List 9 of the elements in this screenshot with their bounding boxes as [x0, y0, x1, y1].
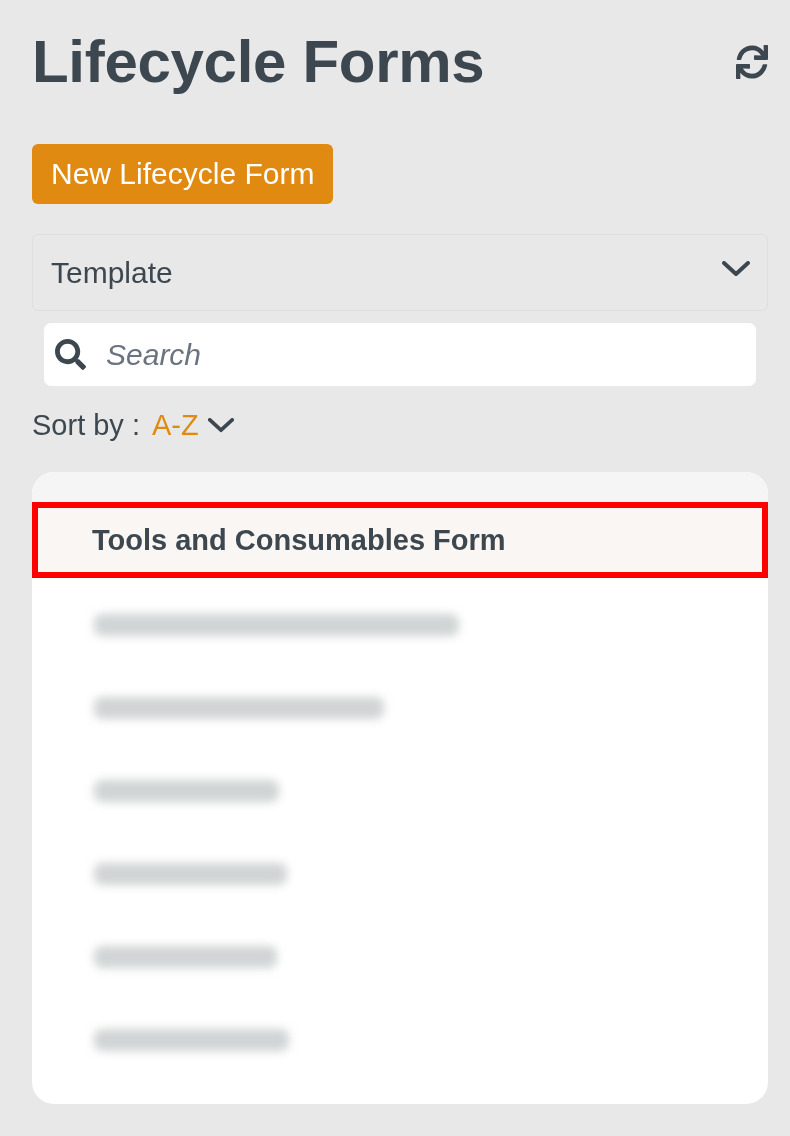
list-item[interactable]: Tools and Consumables Form [32, 502, 768, 578]
search-field[interactable]: Search [44, 323, 756, 386]
search-icon [55, 339, 86, 370]
page-title: Lifecycle Forms [32, 27, 485, 97]
chevron-down-icon [722, 260, 750, 277]
template-dropdown[interactable]: Template [32, 234, 768, 311]
refresh-icon[interactable] [736, 45, 768, 79]
chevron-down-icon [207, 417, 234, 433]
sort-label: Sort by : [32, 408, 140, 442]
